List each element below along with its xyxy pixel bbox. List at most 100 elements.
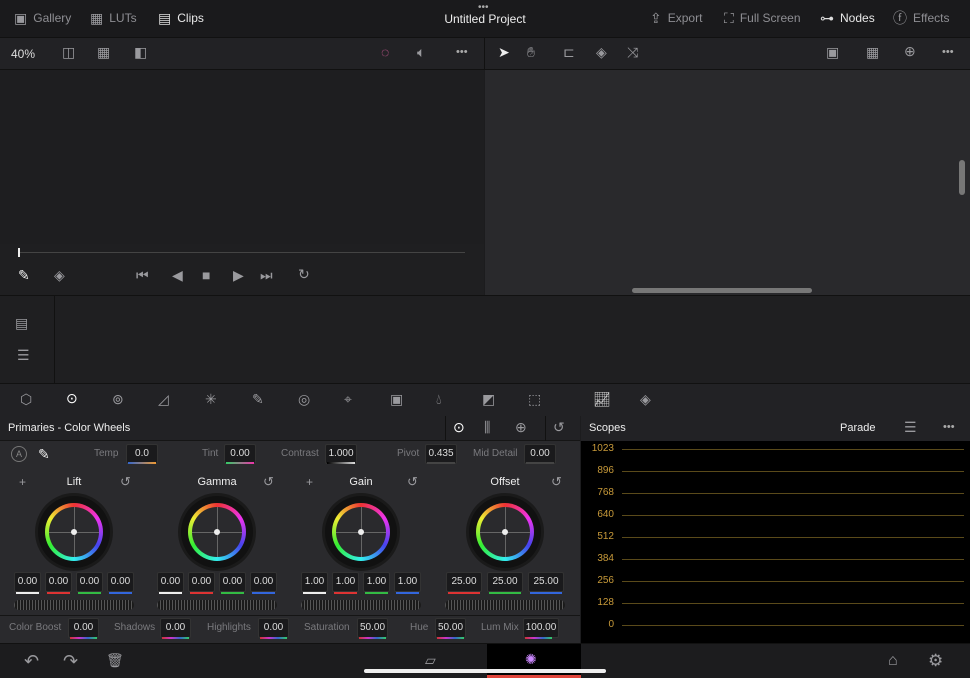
wheel-value-field[interactable]: 0.00	[14, 572, 41, 592]
reset-wheel-icon[interactable]: ↺	[263, 475, 274, 488]
param-field[interactable]: 0.00	[258, 618, 289, 638]
horizontal-scrollbar[interactable]	[632, 288, 812, 293]
skip-forward-icon[interactable]: ⏭︎	[260, 268, 273, 282]
stop-icon[interactable]: ■	[202, 268, 210, 282]
param-field[interactable]: 0.435	[425, 444, 457, 464]
picker-icon[interactable]: +	[306, 476, 313, 488]
play-reverse-icon[interactable]: ◀	[172, 268, 183, 282]
scope-more-icon[interactable]: •••	[943, 421, 955, 433]
reset-wheel-icon[interactable]: ↺	[407, 475, 418, 488]
trash-icon[interactable]: 🗑︎	[106, 653, 124, 667]
wheel-value-field[interactable]: 1.00	[394, 572, 421, 592]
layers-icon[interactable]: ◈	[54, 268, 65, 282]
wheel-value-field[interactable]: 25.00	[487, 572, 523, 592]
skip-back-icon[interactable]: ⏮︎	[136, 268, 149, 282]
export-button[interactable]: ⇪Export	[650, 11, 702, 25]
wheel-value-field[interactable]: 0.00	[219, 572, 246, 592]
qualifier-icon[interactable]: ✎	[252, 392, 264, 406]
reset-wheel-icon[interactable]: ↺	[551, 475, 562, 488]
sizing-icon[interactable]: ⬚	[528, 392, 541, 406]
wheel-value-field[interactable]: 0.00	[188, 572, 215, 592]
master-wheel-slider[interactable]	[301, 600, 421, 610]
master-wheel-slider[interactable]	[445, 600, 565, 610]
cut-page-icon[interactable]: ▱	[425, 653, 436, 667]
master-wheel-slider[interactable]	[14, 600, 134, 610]
hand-icon[interactable]: ✋︎	[527, 45, 535, 59]
redo-icon[interactable]: ↷	[63, 652, 78, 670]
fx-icon[interactable]: ◈	[640, 392, 651, 406]
add-node-icon[interactable]: ⊕	[904, 44, 916, 58]
node-link-icon[interactable]: ⊏	[563, 45, 575, 59]
param-field[interactable]: 100.00	[523, 618, 559, 638]
reset-icon[interactable]: ↺	[553, 420, 565, 434]
master-wheel-slider[interactable]	[157, 600, 277, 610]
wheels-mode-icon[interactable]: ⊙	[453, 420, 465, 434]
window-icon[interactable]: ◎	[298, 392, 310, 406]
scopes-icon[interactable]: 📈︎	[593, 392, 611, 406]
node-editor[interactable]	[485, 70, 970, 295]
audio-icon[interactable]: 🔈︎	[417, 45, 425, 59]
eyedropper-icon[interactable]: ✎	[18, 268, 30, 282]
undo-icon[interactable]: ↶	[24, 652, 39, 670]
param-field[interactable]: 0.00	[68, 618, 99, 638]
color-magic-icon[interactable]: ◌	[381, 45, 389, 59]
grid-icon[interactable]: ▦	[866, 45, 879, 59]
color-wheel[interactable]	[181, 496, 253, 568]
param-field[interactable]: 0.0	[126, 444, 158, 464]
param-field[interactable]: 0.00	[160, 618, 191, 638]
wheel-value-field[interactable]: 0.00	[107, 572, 134, 592]
settings-icon[interactable]: ⚙	[928, 652, 943, 669]
color-wheels-icon[interactable]: ⊙	[66, 391, 78, 405]
param-field[interactable]: 1.000	[325, 444, 357, 464]
play-icon[interactable]: ▶	[233, 268, 244, 282]
effects-button[interactable]: ⓕEffects	[893, 11, 949, 25]
nodes-button[interactable]: ⊶Nodes	[820, 11, 875, 25]
hdr-icon[interactable]: ⊚	[112, 392, 124, 406]
wheel-value-field[interactable]: 25.00	[446, 572, 482, 592]
scope-mode-dropdown[interactable]: Parade	[840, 422, 875, 434]
wheel-value-field[interactable]: 1.00	[363, 572, 390, 592]
wheel-value-field[interactable]: 0.00	[250, 572, 277, 592]
tracker-icon[interactable]: ⌖	[344, 392, 352, 406]
reset-wheel-icon[interactable]: ↺	[120, 475, 131, 488]
single-view-icon[interactable]: ◫	[62, 45, 75, 59]
wheel-value-field[interactable]: 1.00	[301, 572, 328, 592]
param-field[interactable]: 0.00	[524, 444, 556, 464]
eyedropper-icon[interactable]: ✎	[38, 447, 50, 461]
wheel-value-field[interactable]: 0.00	[45, 572, 72, 592]
scope-settings-icon[interactable]: ☰	[904, 420, 917, 434]
color-warper-icon[interactable]: ✳	[205, 392, 217, 406]
magic-mask-icon[interactable]: ▣	[390, 392, 403, 406]
color-wheel[interactable]	[38, 496, 110, 568]
more-icon[interactable]: •••	[456, 46, 468, 58]
color-wheel[interactable]	[469, 496, 541, 568]
wheel-value-field[interactable]: 25.00	[528, 572, 564, 592]
wheel-value-field[interactable]: 1.00	[332, 572, 359, 592]
bars-mode-icon[interactable]: ⫼	[484, 420, 490, 434]
param-field[interactable]: 0.00	[224, 444, 256, 464]
param-field[interactable]: 50.00	[435, 618, 466, 638]
image-icon[interactable]: ▣	[826, 45, 839, 59]
scrubber[interactable]	[18, 252, 465, 253]
wheel-value-field[interactable]: 0.00	[76, 572, 103, 592]
param-field[interactable]: 50.00	[357, 618, 388, 638]
key-icon[interactable]: ◩	[482, 392, 495, 406]
pointer-icon[interactable]: ➤	[498, 45, 510, 59]
loop-icon[interactable]: ↻	[298, 267, 310, 281]
playhead[interactable]	[18, 248, 20, 257]
timeline-icon[interactable]: ☰	[17, 348, 30, 362]
layers-icon[interactable]: ◈	[596, 45, 607, 59]
viewer[interactable]	[0, 70, 484, 244]
blur-icon[interactable]: 💧︎	[436, 392, 442, 406]
home-icon[interactable]: ⌂	[888, 653, 898, 669]
vertical-scrollbar[interactable]	[959, 160, 965, 195]
curves-icon[interactable]: ◿	[158, 392, 169, 406]
picker-icon[interactable]: +	[19, 476, 26, 488]
auto-balance-icon[interactable]: A	[11, 446, 27, 462]
camera-raw-icon[interactable]: ⬡	[20, 392, 32, 406]
shuffle-icon[interactable]: ⤨	[627, 45, 638, 59]
wheel-value-field[interactable]: 0.00	[157, 572, 184, 592]
split-view-icon[interactable]: ◧	[134, 45, 147, 59]
clips-icon[interactable]: ▤	[15, 316, 28, 330]
fullscreen-button[interactable]: ⛶Full Screen	[724, 11, 801, 25]
